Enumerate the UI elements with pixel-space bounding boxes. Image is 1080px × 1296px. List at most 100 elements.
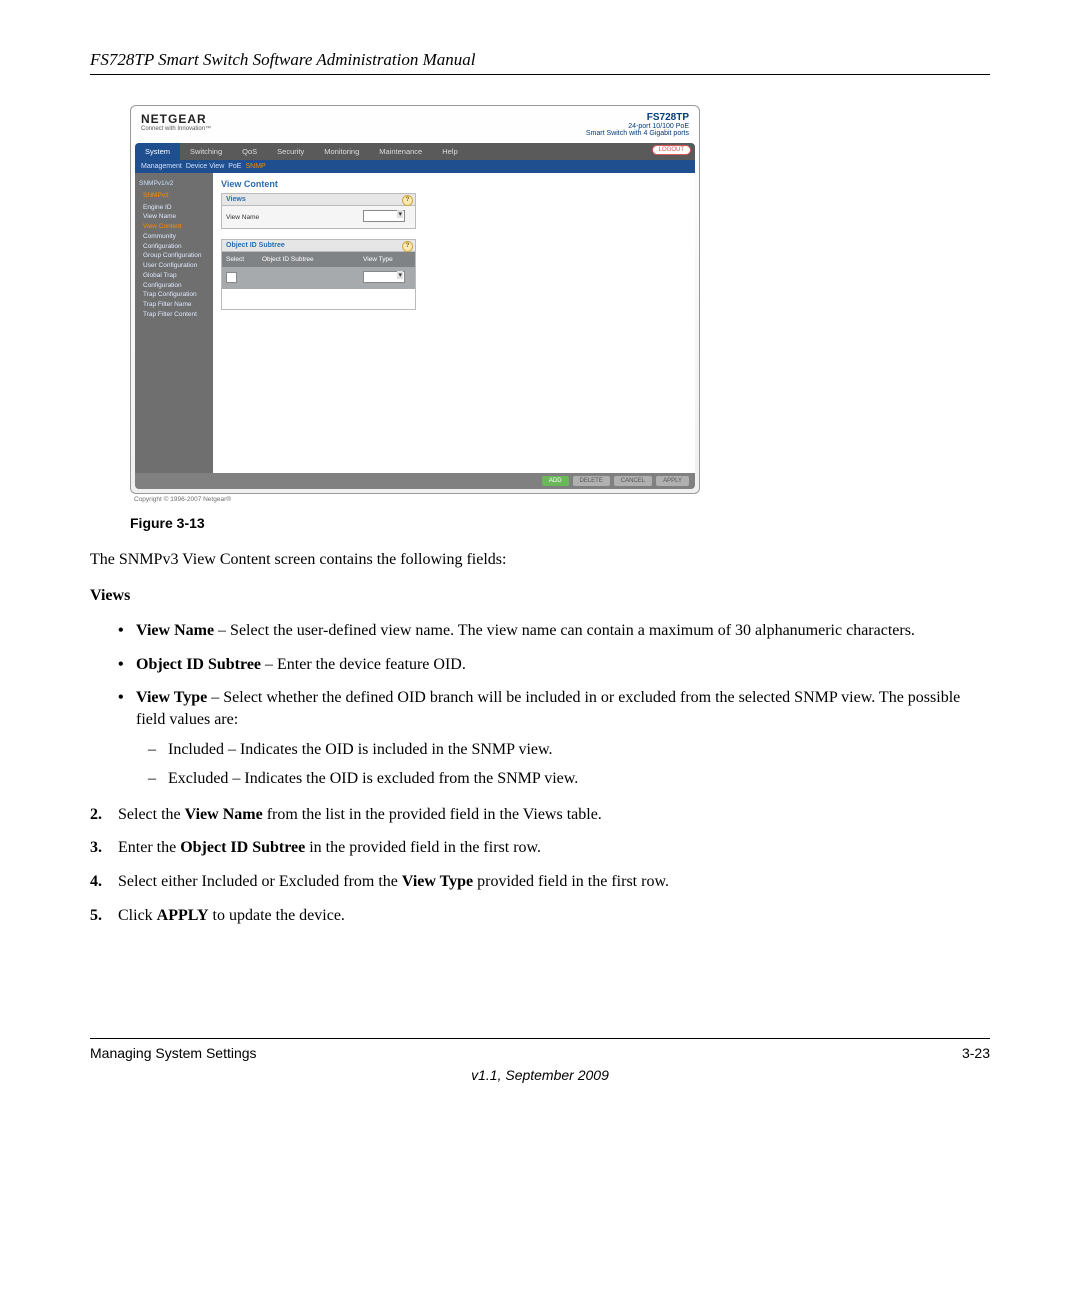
views-heading: Views <box>90 587 130 604</box>
dash-included: Included – Indicates the OID is included… <box>136 739 990 761</box>
sidebar-engine-id[interactable]: Engine ID <box>139 203 209 213</box>
sidebar-user-config[interactable]: User Configuration <box>139 261 209 271</box>
col-view-type: View Type <box>363 256 411 263</box>
step5-num: 5. <box>90 905 102 927</box>
secondary-tabs: Management Device View PoE SNMP <box>135 160 695 173</box>
step5-c: to update the device. <box>209 907 345 924</box>
body-text: The SNMPv3 View Content screen contains … <box>90 549 990 926</box>
cancel-button[interactable]: CANCEL <box>614 476 652 486</box>
step4-b: View Type <box>402 873 473 890</box>
bullet-view-name-label: View Name <box>136 622 214 639</box>
apply-button[interactable]: APPLY <box>656 476 689 486</box>
model-sub1: 24-port 10/100 PoE <box>586 123 689 130</box>
copyright-text: Copyright © 1996-2007 Netgear® <box>130 494 700 505</box>
main-area: View Content Views ? View Name <box>213 173 695 473</box>
sidebar-trap-filter-name[interactable]: Trap Filter Name <box>139 300 209 310</box>
sidebar-global-trap-config[interactable]: Global Trap Configuration <box>139 271 209 291</box>
tab-help[interactable]: Help <box>432 143 467 160</box>
sidebar: SNMPv1/v2 SNMPv3 Engine ID View Name Vie… <box>135 173 213 473</box>
footer-version: v1.1, September 2009 <box>90 1067 990 1083</box>
col-oid-subtree: Object ID Subtree <box>262 256 357 263</box>
tab-qos[interactable]: QoS <box>232 143 267 160</box>
view-type-dropdown[interactable] <box>363 271 405 283</box>
sidebar-group-snmpv3[interactable]: SNMPv3 <box>139 191 209 201</box>
step-4: 4. Select either Included or Excluded fr… <box>90 871 990 893</box>
main-title: View Content <box>221 179 687 189</box>
subtab-deviceview[interactable]: Device View <box>186 163 224 170</box>
model-block: FS728TP 24-port 10/100 PoE Smart Switch … <box>586 112 689 137</box>
bullet-view-type: View Type – Select whether the defined O… <box>90 687 990 789</box>
sidebar-group-snmpv1v2[interactable]: SNMPv1/v2 <box>139 179 209 189</box>
add-button[interactable]: ADD <box>542 476 569 486</box>
sidebar-view-name[interactable]: View Name <box>139 212 209 222</box>
panel-oid-head: Object ID Subtree ? <box>221 239 416 252</box>
brand-tagline: Connect with Innovation™ <box>141 126 211 132</box>
delete-button[interactable]: DELETE <box>573 476 610 486</box>
select-checkbox[interactable] <box>226 272 237 283</box>
panel-oid-title: Object ID Subtree <box>226 242 285 249</box>
step2-num: 2. <box>90 804 102 826</box>
sidebar-group-config[interactable]: Group Configuration <box>139 251 209 261</box>
logout-wrap: LOGOUT <box>648 143 695 160</box>
panel-views: Views ? View Name <box>221 193 416 229</box>
figure-label: Figure 3-13 <box>130 515 990 531</box>
step-3: 3. Enter the Object ID Subtree in the pr… <box>90 837 990 859</box>
col-select: Select <box>226 256 256 263</box>
view-name-dropdown[interactable] <box>363 210 405 222</box>
footer-rule <box>90 1038 990 1039</box>
model-sub2: Smart Switch with 4 Gigabit ports <box>586 130 689 137</box>
primary-tabs: System Switching QoS Security Monitoring… <box>135 143 695 160</box>
step2-b: View Name <box>185 806 263 823</box>
footer-left: Managing System Settings <box>90 1045 257 1061</box>
sidebar-view-content[interactable]: View Content <box>139 222 209 232</box>
subtab-poe[interactable]: PoE <box>228 163 241 170</box>
bullet-oid-subtree: Object ID Subtree – Enter the device fea… <box>90 654 990 676</box>
step2-c: from the list in the provided field in t… <box>263 806 602 823</box>
figure-screenshot: NETGEAR Connect with Innovation™ FS728TP… <box>130 105 700 505</box>
tab-maintenance[interactable]: Maintenance <box>369 143 432 160</box>
panel-views-title: Views <box>226 196 246 203</box>
step4-num: 4. <box>90 871 102 893</box>
panel-oid-subtree: Object ID Subtree ? Select Object ID Sub… <box>221 239 416 310</box>
doc-header: FS728TP Smart Switch Software Administra… <box>90 50 990 70</box>
brand-name: NETGEAR <box>141 112 211 126</box>
model-name: FS728TP <box>586 112 689 123</box>
footer-row: Managing System Settings 3-23 <box>90 1045 990 1061</box>
brand-block: NETGEAR Connect with Innovation™ <box>141 112 211 132</box>
sidebar-trap-config[interactable]: Trap Configuration <box>139 290 209 300</box>
tab-switching[interactable]: Switching <box>180 143 232 160</box>
field-view-name-label: View Name <box>226 214 357 221</box>
blank-row <box>222 289 415 309</box>
bullet-oid-label: Object ID Subtree <box>136 656 261 673</box>
step3-a: Enter the <box>118 839 180 856</box>
panel-views-head: Views ? <box>221 193 416 206</box>
bullet-viewtype-text: – Select whether the defined OID branch … <box>136 689 960 728</box>
tab-security[interactable]: Security <box>267 143 314 160</box>
step2-a: Select the <box>118 806 185 823</box>
subtab-management[interactable]: Management <box>141 163 182 170</box>
tab-system[interactable]: System <box>135 143 180 160</box>
help-icon[interactable]: ? <box>402 195 413 206</box>
logout-button[interactable]: LOGOUT <box>652 145 691 155</box>
step4-a: Select either Included or Excluded from … <box>118 873 402 890</box>
bullet-viewtype-label: View Type <box>136 689 207 706</box>
bottom-bar: ADD DELETE CANCEL APPLY <box>135 473 695 489</box>
sidebar-trap-filter-content[interactable]: Trap Filter Content <box>139 310 209 320</box>
sidebar-community-config[interactable]: Community Configuration <box>139 232 209 252</box>
bullet-oid-text: – Enter the device feature OID. <box>261 656 466 673</box>
header-rule <box>90 74 990 75</box>
step4-c: provided field in the first row. <box>473 873 669 890</box>
tab-monitoring[interactable]: Monitoring <box>314 143 369 160</box>
bullet-view-name-text: – Select the user-defined view name. The… <box>214 622 915 639</box>
step3-c: in the provided field in the first row. <box>305 839 541 856</box>
step3-b: Object ID Subtree <box>180 839 305 856</box>
step3-num: 3. <box>90 837 102 859</box>
footer-right: 3-23 <box>962 1045 990 1061</box>
step5-b: APPLY <box>157 907 209 924</box>
step-5: 5. Click APPLY to update the device. <box>90 905 990 927</box>
help-icon[interactable]: ? <box>402 241 413 252</box>
subtab-snmp[interactable]: SNMP <box>245 163 265 170</box>
step-2: 2. Select the View Name from the list in… <box>90 804 990 826</box>
step5-a: Click <box>118 907 157 924</box>
intro-para: The SNMPv3 View Content screen contains … <box>90 549 990 571</box>
